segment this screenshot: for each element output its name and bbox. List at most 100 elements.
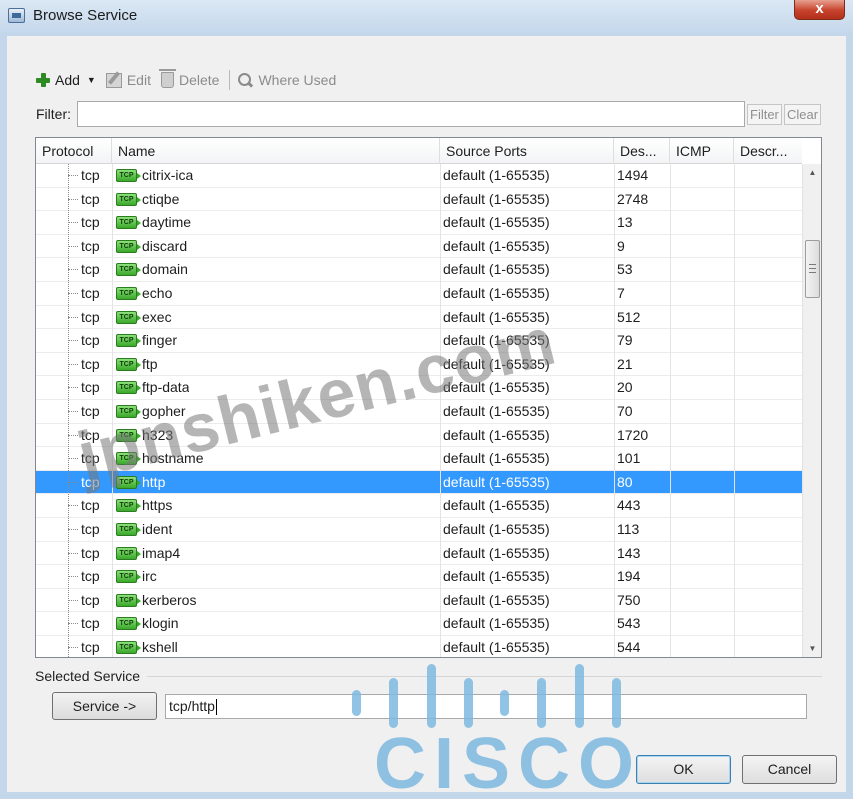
destination-port-cell: 7 — [617, 285, 625, 301]
tcp-service-icon: TCP — [116, 169, 141, 182]
tree-branch-line — [68, 340, 78, 342]
source-ports-cell: default (1-65535) — [443, 214, 550, 231]
column-header-source-ports[interactable]: Source Ports — [440, 138, 614, 164]
table-row[interactable]: tcp TCP ftp-data default (1-65535) 20 — [36, 376, 802, 400]
table-row[interactable]: tcp TCP https default (1-65535) 443 — [36, 494, 802, 518]
tree-branch-line — [68, 623, 78, 625]
table-row[interactable]: tcp TCP kerberos default (1-65535) 750 — [36, 589, 802, 613]
name-cell: klogin — [142, 615, 179, 632]
grip-line — [809, 264, 816, 265]
vertical-scrollbar[interactable]: ▲ ▼ — [802, 164, 821, 657]
column-divider — [112, 164, 113, 657]
table-row[interactable]: tcp TCP hostname default (1-65535) 101 — [36, 447, 802, 471]
table-row[interactable]: tcp TCP h323 default (1-65535) 1720 — [36, 424, 802, 448]
magnifier-icon — [238, 72, 253, 88]
tcp-service-icon: TCP — [116, 381, 141, 395]
table-row[interactable]: tcp TCP exec default (1-65535) 512 — [36, 306, 802, 330]
tcp-service-icon: TCP — [116, 499, 141, 513]
tree-branch-line — [68, 434, 78, 436]
name-cell: exec — [142, 308, 172, 325]
cisco-logo-text: CISCO — [374, 724, 643, 799]
source-ports-cell: default (1-65535) — [443, 167, 550, 183]
destination-port-cell: 13 — [617, 214, 633, 231]
ok-button[interactable]: OK — [636, 755, 731, 784]
destination-port-cell: 70 — [617, 403, 633, 419]
scroll-thumb[interactable] — [805, 240, 820, 298]
tcp-service-icon: TCP — [116, 641, 141, 654]
table-row[interactable]: tcp TCP daytime default (1-65535) 13 — [36, 211, 802, 235]
destination-port-cell: 512 — [617, 308, 641, 325]
tree-branch-line — [68, 175, 78, 176]
where-used-button[interactable]: Where Used — [238, 68, 336, 92]
source-ports-cell: default (1-65535) — [443, 403, 550, 419]
service-table: Protocol Name Source Ports Des... ICMP D… — [35, 137, 822, 658]
column-header-protocol[interactable]: Protocol — [36, 138, 112, 164]
table-row[interactable]: tcp TCP echo default (1-65535) 7 — [36, 282, 802, 306]
source-ports-cell: default (1-65535) — [443, 285, 550, 301]
column-header-icmp[interactable]: ICMP — [670, 138, 734, 164]
table-row[interactable]: tcp TCP http default (1-65535) 80 — [36, 470, 802, 495]
tcp-service-icon: TCP — [116, 405, 141, 418]
tcp-service-icon: TCP — [116, 287, 141, 300]
destination-port-cell: 53 — [617, 261, 633, 278]
tree-branch-line — [68, 293, 78, 294]
source-ports-cell: default (1-65535) — [443, 308, 550, 325]
close-button[interactable]: x — [794, 0, 845, 20]
cancel-button[interactable]: Cancel — [742, 755, 837, 784]
delete-label: Delete — [178, 72, 220, 88]
tree-branch-line — [68, 316, 78, 318]
table-row[interactable]: tcp TCP ftp default (1-65535) 21 — [36, 353, 802, 377]
protocol-cell: tcp — [81, 285, 100, 301]
table-row[interactable]: tcp TCP klogin default (1-65535) 543 — [36, 612, 802, 636]
table-row[interactable]: tcp TCP ident default (1-65535) 113 — [36, 518, 802, 542]
filter-button[interactable]: Filter — [747, 104, 782, 125]
column-header-description[interactable]: Descr... — [734, 138, 802, 164]
destination-port-cell: 1720 — [617, 426, 649, 443]
source-ports-cell: default (1-65535) — [443, 497, 550, 514]
window-title: Browse Service — [33, 7, 138, 24]
source-ports-cell: default (1-65535) — [443, 261, 550, 278]
service-button[interactable]: Service -> — [52, 692, 157, 720]
name-cell: imap4 — [142, 544, 181, 561]
column-header-destination[interactable]: Des... — [614, 138, 670, 164]
delete-button[interactable]: Delete — [158, 68, 220, 92]
edit-button[interactable]: Edit — [105, 68, 151, 92]
add-label: Add — [55, 72, 80, 88]
tree-branch-line — [68, 411, 78, 412]
tree-branch-line — [68, 269, 78, 271]
scroll-down-arrow-icon[interactable]: ▼ — [803, 640, 821, 657]
selected-service-value: tcp/http — [169, 698, 215, 714]
source-ports-cell: default (1-65535) — [443, 568, 550, 585]
table-row[interactable]: tcp TCP citrix-ica default (1-65535) 1494 — [36, 164, 802, 188]
destination-port-cell: 21 — [617, 355, 633, 372]
table-row[interactable]: tcp TCP domain default (1-65535) 53 — [36, 258, 802, 282]
tcp-service-icon: TCP — [116, 357, 141, 371]
source-ports-cell: default (1-65535) — [443, 426, 550, 443]
table-row[interactable]: tcp TCP irc default (1-65535) 194 — [36, 565, 802, 589]
source-ports-cell: default (1-65535) — [443, 332, 550, 349]
source-ports-cell: default (1-65535) — [443, 473, 550, 490]
destination-port-cell: 113 — [617, 521, 640, 537]
tcp-service-icon: TCP — [116, 570, 141, 584]
tree-line — [68, 164, 69, 657]
destination-port-cell: 543 — [617, 615, 641, 632]
tree-branch-line — [68, 222, 78, 224]
table-row[interactable]: tcp TCP finger default (1-65535) 79 — [36, 329, 802, 353]
tree-branch-line — [68, 576, 78, 578]
filter-input[interactable] — [77, 101, 745, 127]
table-row[interactable]: tcp TCP ctiqbe default (1-65535) 2748 — [36, 188, 802, 212]
name-cell: h323 — [142, 426, 174, 443]
scroll-up-arrow-icon[interactable]: ▲ — [803, 164, 821, 181]
add-button[interactable]: Add ▼ — [36, 68, 96, 92]
name-cell: echo — [142, 285, 173, 301]
protocol-cell: tcp — [81, 521, 100, 537]
table-row[interactable]: tcp TCP gopher default (1-65535) 70 — [36, 400, 802, 424]
source-ports-cell: default (1-65535) — [443, 615, 550, 632]
protocol-cell: tcp — [81, 332, 100, 349]
name-cell: kshell — [142, 639, 178, 655]
destination-port-cell: 79 — [617, 332, 633, 349]
column-header-name[interactable]: Name — [112, 138, 440, 164]
table-row[interactable]: tcp TCP imap4 default (1-65535) 143 — [36, 542, 802, 566]
clear-button[interactable]: Clear — [784, 104, 822, 125]
table-row[interactable]: tcp TCP discard default (1-65535) 9 — [36, 235, 802, 259]
